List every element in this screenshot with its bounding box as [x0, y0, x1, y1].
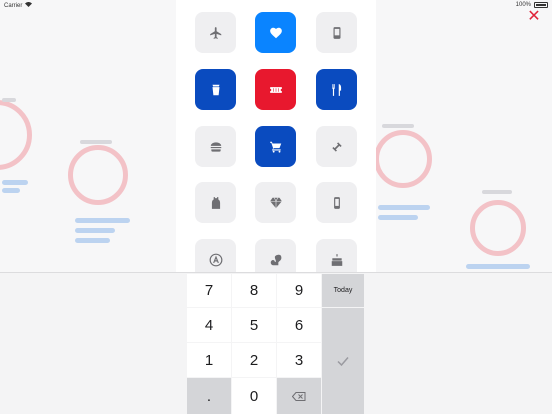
bg-bar	[75, 228, 115, 233]
bg-bar	[75, 218, 130, 223]
bg-label	[382, 124, 414, 128]
battery-icon	[534, 2, 548, 8]
key-2[interactable]: 2	[232, 343, 276, 377]
birthday-cake-icon[interactable]	[316, 239, 357, 272]
dumbbell-icon[interactable]	[316, 126, 357, 167]
tank-top-icon[interactable]	[195, 182, 236, 223]
status-right: 100%	[516, 2, 548, 8]
key-4[interactable]: 4	[187, 308, 231, 342]
key-9[interactable]: 9	[277, 274, 321, 307]
backspace-button[interactable]	[277, 378, 321, 414]
screen: ✕ Carrier 11:40 AM 100%	[0, 0, 552, 414]
close-icon[interactable]: ✕	[526, 9, 542, 25]
bg-bar	[2, 188, 20, 193]
shopping-cart-icon[interactable]	[255, 126, 296, 167]
icon-picker[interactable]	[176, 0, 376, 272]
airplane-icon[interactable]	[195, 12, 236, 53]
app-store-icon[interactable]	[195, 239, 236, 272]
checkmark-icon	[337, 353, 349, 370]
diamond-icon[interactable]	[255, 182, 296, 223]
utensils-icon[interactable]	[316, 69, 357, 110]
numeric-keypad: 7 8 9 Today 4 5 6 1 2 3 . 0	[0, 272, 552, 414]
bg-bar	[466, 264, 530, 269]
coffee-cup-icon[interactable]	[195, 69, 236, 110]
bg-bar	[75, 238, 110, 243]
bg-ring	[374, 130, 432, 188]
bg-label	[80, 140, 112, 144]
heart-icon[interactable]	[255, 12, 296, 53]
key-5[interactable]: 5	[232, 308, 276, 342]
phone-icon[interactable]	[316, 12, 357, 53]
key-6[interactable]: 6	[277, 308, 321, 342]
bg-bar	[378, 205, 430, 210]
bg-ring	[0, 100, 32, 170]
bg-label	[2, 98, 16, 102]
bg-bar	[378, 215, 418, 220]
bg-ring	[68, 145, 128, 205]
key-8[interactable]: 8	[232, 274, 276, 307]
key-3[interactable]: 3	[277, 343, 321, 377]
squirrel-icon[interactable]	[255, 239, 296, 272]
battery-label: 100%	[515, 2, 531, 8]
ticket-icon[interactable]	[255, 69, 296, 110]
backspace-icon	[291, 388, 306, 405]
key-1[interactable]: 1	[187, 343, 231, 377]
key-7[interactable]: 7	[187, 274, 231, 307]
key-0[interactable]: 0	[232, 378, 276, 414]
done-button[interactable]	[322, 308, 364, 414]
bg-bar	[2, 180, 28, 185]
bg-label	[482, 190, 512, 194]
today-button[interactable]: Today	[322, 274, 364, 307]
smartphone-icon[interactable]	[316, 182, 357, 223]
key-decimal[interactable]: .	[187, 378, 231, 414]
burger-icon[interactable]	[195, 126, 236, 167]
bg-ring	[470, 200, 526, 256]
